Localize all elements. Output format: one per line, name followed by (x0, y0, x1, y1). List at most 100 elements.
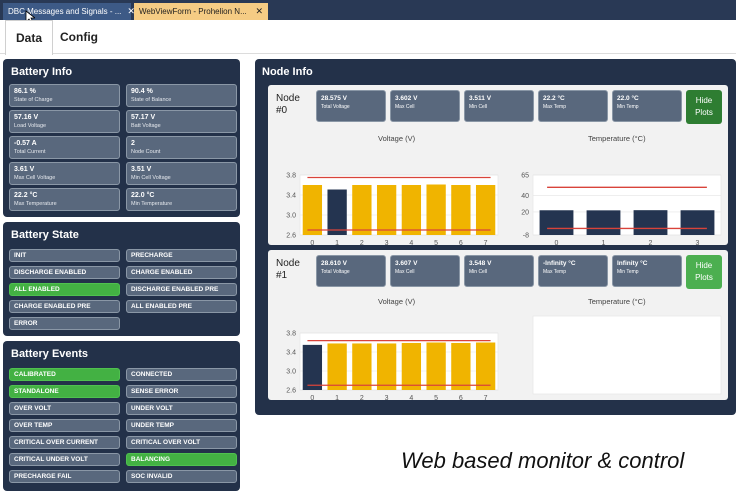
status-badge: CHARGE ENABLED PRE (9, 300, 120, 313)
y-tick-label: 65 (521, 173, 529, 180)
metric-tile: 22.0 °C Min Temperature (126, 188, 237, 211)
metric-label: Load Voltage (14, 123, 47, 129)
metric-tile: 3.61 V Max Cell Voltage (9, 162, 120, 185)
chart-bar (451, 185, 471, 235)
metric-value: 2 (131, 140, 135, 147)
battery-state-title: Battery State (11, 229, 79, 241)
status-badge: SENSE ERROR (126, 385, 237, 398)
metric-value: 22.0 °C (617, 95, 639, 102)
browser-tab-dbc[interactable]: DBC Messages and Signals - ... ✕ (3, 3, 135, 20)
y-tick-label: 3.8 (286, 331, 296, 338)
node-metric-tile: 3.602 V Max Cell (390, 90, 460, 122)
metric-value: 3.511 V (469, 95, 492, 102)
hide-plots-button[interactable]: Hide Plots (686, 90, 722, 124)
node-label: Node #1 (276, 258, 300, 281)
metric-label: Min Temperature (131, 201, 173, 207)
status-badge: DISCHARGE ENABLED (9, 266, 120, 279)
chart-bar (633, 210, 668, 235)
x-tick-label: 1 (335, 240, 339, 245)
x-tick-label: 2 (649, 240, 653, 245)
metric-value: 86.1 % (14, 88, 36, 95)
chart-bar (586, 210, 621, 235)
metric-value: 3.61 V (14, 166, 35, 173)
metric-value: 3.602 V (395, 95, 418, 102)
status-badge: CALIBRATED (9, 368, 120, 381)
battery-events-panel: Battery Events CALIBRATED CONNECTED STANDA… (3, 341, 240, 491)
status-badge: OVER VOLT (9, 402, 120, 415)
caption-text: Web based monitor & control (401, 448, 685, 473)
x-tick-label: 7 (484, 240, 488, 245)
x-tick-label: 3 (385, 240, 389, 245)
chart-title: Voltage (V) (378, 297, 416, 306)
metric-tile: 2 Node Count (126, 136, 237, 159)
metric-value: 22.0 °C (131, 192, 155, 199)
metric-value: 3.607 V (395, 260, 418, 267)
close-icon[interactable]: ✕ (255, 6, 263, 17)
metric-tile: 57.16 V Load Voltage (9, 110, 120, 133)
chart-bar (401, 342, 422, 390)
chart-bar (475, 185, 496, 235)
metric-tile: 57.17 V Batt Voltage (126, 110, 237, 133)
metric-value: 22.2 °C (14, 192, 38, 199)
metric-label: Total Current (14, 149, 46, 155)
status-badge: CRITICAL OVER CURRENT (9, 436, 120, 449)
status-badge: PRECHARGE FAIL (9, 470, 120, 483)
metric-value: 57.17 V (131, 114, 156, 121)
metric-label: Max Cell (395, 269, 415, 275)
metric-label: Max Temp (543, 269, 566, 275)
metric-value: 90.4 % (131, 88, 153, 95)
y-tick-label: 3.0 (286, 369, 296, 376)
x-tick-label: 5 (434, 240, 438, 245)
battery-info-title: Battery Info (11, 66, 73, 78)
chart-bar (539, 210, 574, 235)
chart-bar (401, 185, 422, 235)
node-card-1: Node #1 28.610 V Total Voltage 3.607 V Max … (268, 250, 728, 400)
tab-config[interactable]: Config (50, 20, 108, 54)
metric-value: Infinity °C (617, 260, 648, 267)
node-metric-tile: 28.575 V Total Voltage (316, 90, 386, 122)
node-card-0: Node #0 28.575 V Total Voltage 3.602 V Max … (268, 85, 728, 245)
page-tabs: Data Config (0, 20, 736, 55)
status-badge: UNDER VOLT (126, 402, 237, 415)
y-tick-label: -8 (523, 233, 529, 240)
x-tick-label: 4 (409, 395, 413, 400)
metric-value: 28.610 V (321, 260, 348, 267)
chart-title: Temperature (°C) (588, 297, 646, 306)
tab-data[interactable]: Data (5, 20, 54, 55)
metric-label: Min Temp (617, 269, 639, 275)
x-tick-label: 2 (360, 240, 364, 245)
node-info-panel: Node Info Node #0 28.575 V Total Voltage 3… (255, 59, 736, 415)
metric-tile: -0.57 A Total Current (9, 136, 120, 159)
metric-value: 3.51 V (131, 166, 152, 173)
plot-area (532, 315, 722, 395)
y-tick-label: 3.4 (286, 350, 296, 357)
x-tick-label: 5 (434, 395, 438, 400)
hide-plots-button[interactable]: Hide Plots (686, 255, 722, 289)
status-badge: CHARGE ENABLED (126, 266, 237, 279)
x-tick-label: 7 (484, 395, 488, 400)
metric-tile: 22.2 °C Max Temperature (9, 188, 120, 211)
metric-value: 22.2 °C (543, 95, 565, 102)
metric-label: Min Cell Voltage (131, 175, 171, 181)
node-label: Node #0 (276, 93, 300, 116)
node-metric-tile: 28.610 V Total Voltage (316, 255, 386, 287)
chart-bar (376, 185, 397, 235)
browser-tab-webview[interactable]: WebViewForm - Prohelion N... ✕ (134, 3, 268, 20)
metric-label: Max Temperature (14, 201, 57, 207)
metric-value: -0.57 A (14, 140, 37, 147)
status-badge: UNDER TEMP (126, 419, 237, 432)
chart-bar (327, 343, 347, 390)
node-metric-tile: 3.511 V Min Cell (464, 90, 534, 122)
browser-tab-bar: DBC Messages and Signals - ... ✕ WebViewF… (0, 0, 736, 20)
browser-tab-title: WebViewForm - Prohelion N... (139, 7, 247, 16)
metric-label: Max Temp (543, 104, 566, 110)
x-tick-label: 0 (555, 240, 559, 245)
y-tick-label: 2.6 (286, 233, 296, 240)
metric-label: Max Cell Voltage (14, 175, 56, 181)
metric-label: Node Count (131, 149, 161, 155)
chart-bar (426, 342, 446, 390)
chart-title: Temperature (°C) (588, 134, 646, 143)
node-metric-tile: 3.607 V Max Cell (390, 255, 460, 287)
x-tick-label: 6 (459, 240, 463, 245)
chart-bar (475, 342, 496, 390)
